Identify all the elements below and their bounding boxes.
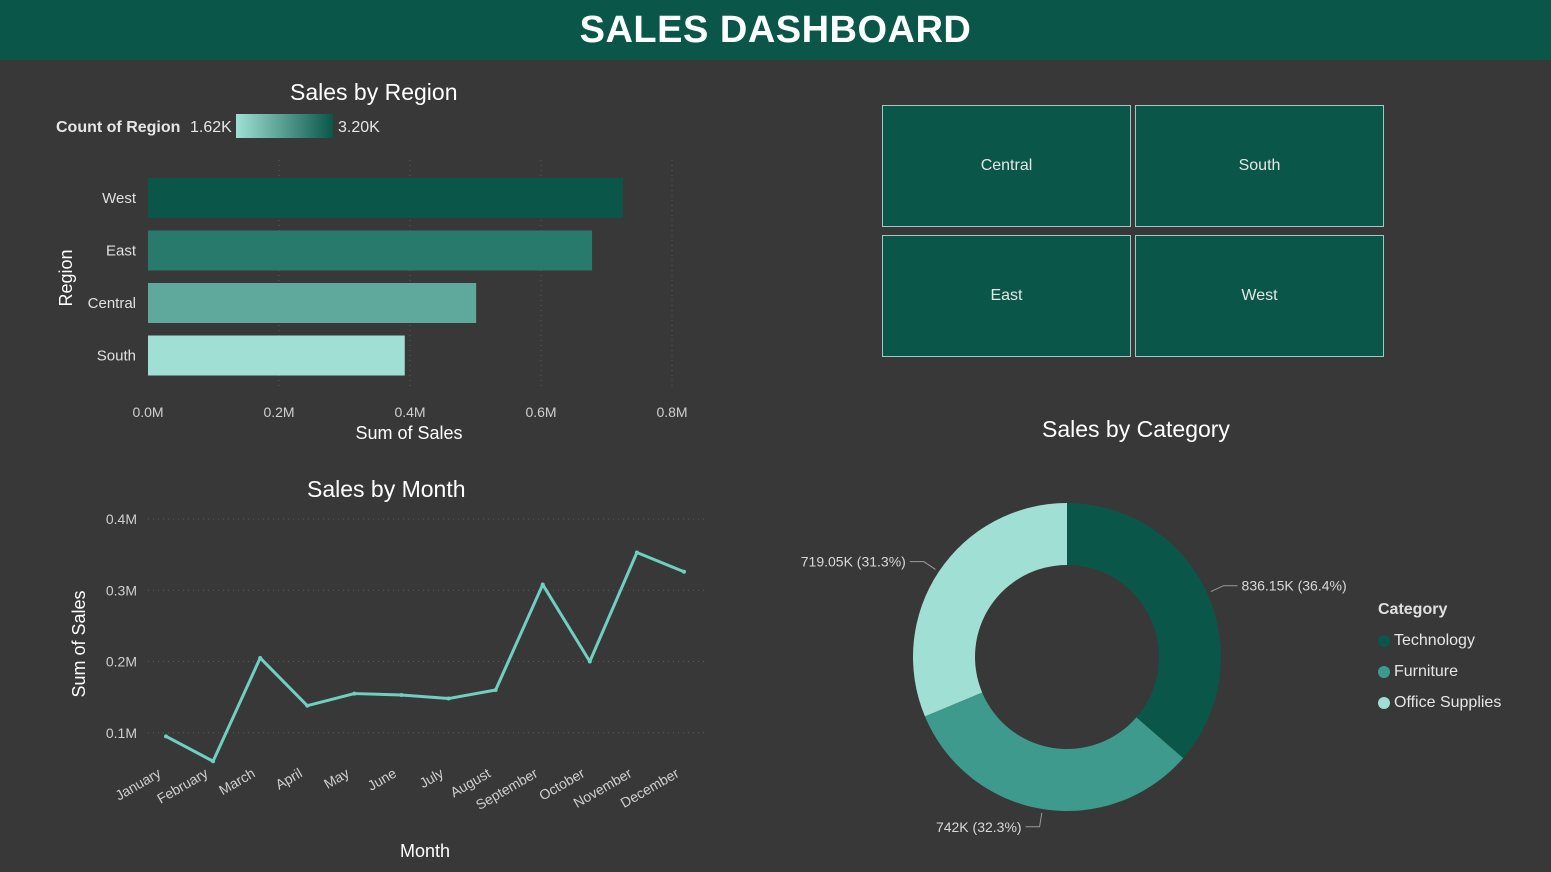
month-x-tick-label: March bbox=[216, 765, 258, 798]
month-point[interactable] bbox=[682, 569, 686, 574]
map-tile-east[interactable]: East bbox=[882, 235, 1131, 357]
month-x-tick-label: July bbox=[416, 765, 446, 791]
region-x-axis-label: Sum of Sales bbox=[355, 423, 462, 443]
month-x-axis-label: Month bbox=[400, 841, 450, 861]
map-tile-west[interactable]: West bbox=[1135, 235, 1384, 357]
month-point[interactable] bbox=[211, 759, 216, 764]
region-y-tick-label: Central bbox=[88, 295, 136, 312]
region-legend-gradient bbox=[236, 114, 333, 138]
dashboard-header: SALES DASHBOARD bbox=[0, 0, 1551, 60]
month-y-axis-label: Sum of Sales bbox=[69, 590, 89, 697]
donut-data-label: 742K (32.3%) bbox=[936, 819, 1022, 835]
region-x-tick-label: 0.4M bbox=[394, 404, 425, 420]
legend-dot-icon bbox=[1378, 696, 1390, 709]
region-bar-west[interactable] bbox=[148, 178, 623, 218]
dashboard-title: SALES DASHBOARD bbox=[579, 8, 972, 51]
donut-leader-line bbox=[1025, 812, 1043, 828]
region-bar-south[interactable] bbox=[148, 335, 405, 376]
month-sales-line[interactable] bbox=[165, 550, 685, 763]
region-bar-central[interactable] bbox=[148, 283, 477, 323]
month-point[interactable] bbox=[352, 691, 357, 696]
month-point[interactable] bbox=[258, 655, 263, 660]
month-point[interactable] bbox=[587, 659, 592, 664]
legend-dot-icon bbox=[1378, 665, 1390, 678]
donut-data-label: 836.15K (36.4%) bbox=[1242, 578, 1347, 594]
month-y-tick-label: 0.3M bbox=[106, 582, 137, 598]
legend-item-technology[interactable]: Technology bbox=[1378, 625, 1501, 656]
month-line-chart[interactable]: 0.1M0.2M0.3M0.4MJanuaryFebruary March Apri… bbox=[0, 500, 760, 872]
map-tile-south[interactable]: South bbox=[1135, 105, 1384, 227]
map-tile-central[interactable]: Central bbox=[882, 105, 1131, 227]
donut-slice-technology[interactable] bbox=[1067, 503, 1221, 759]
category-chart-title: Sales by Category bbox=[1042, 416, 1230, 442]
region-x-tick-label: 0.0M bbox=[132, 404, 163, 420]
region-legend-max: 3.20K bbox=[338, 119, 380, 136]
month-x-tick-label: April bbox=[273, 765, 305, 793]
month-point[interactable] bbox=[446, 696, 451, 701]
region-legend-min: 1.62K bbox=[190, 119, 232, 136]
month-x-tick-label: June bbox=[365, 765, 399, 794]
legend-label: Technology bbox=[1394, 631, 1475, 649]
legend-dot-icon bbox=[1378, 634, 1390, 647]
region-y-tick-label: East bbox=[106, 243, 137, 260]
donut-data-label: 719.05K (31.3%) bbox=[801, 554, 906, 570]
month-x-tick-label: February bbox=[154, 765, 211, 807]
donut-leader-line bbox=[1210, 585, 1238, 592]
legend-item-office-supplies[interactable]: Office Supplies bbox=[1378, 687, 1501, 718]
month-point[interactable] bbox=[540, 582, 545, 587]
legend-label: Furniture bbox=[1394, 662, 1459, 680]
region-legend-label: Count of Region bbox=[56, 119, 180, 136]
month-y-tick-label: 0.2M bbox=[106, 654, 137, 670]
region-y-axis-label: Region bbox=[56, 249, 76, 306]
region-x-tick-label: 0.8M bbox=[656, 404, 687, 420]
region-y-tick-label: West bbox=[102, 190, 137, 207]
month-point[interactable] bbox=[493, 688, 498, 692]
month-point[interactable] bbox=[634, 550, 639, 555]
region-bar-east[interactable] bbox=[148, 230, 593, 271]
month-point[interactable] bbox=[399, 692, 404, 697]
donut-slice-office-supplies[interactable] bbox=[913, 503, 1067, 717]
region-x-tick-label: 0.6M bbox=[525, 404, 556, 420]
legend-label: Office Supplies bbox=[1394, 693, 1502, 711]
month-point[interactable] bbox=[164, 734, 168, 739]
month-point[interactable] bbox=[305, 703, 310, 708]
category-donut-chart[interactable]: 836.15K (36.4%) 742K (32.3%) 719.05K (31.3… bbox=[760, 450, 1370, 872]
month-chart-title: Sales by Month bbox=[307, 476, 466, 502]
donut-leader-line bbox=[909, 561, 936, 570]
category-legend-title: Category bbox=[1378, 601, 1448, 618]
region-x-tick-label: 0.2M bbox=[263, 404, 294, 420]
month-y-tick-label: 0.1M bbox=[106, 725, 137, 741]
month-y-tick-label: 0.4M bbox=[106, 511, 137, 527]
month-x-tick-label: May bbox=[321, 765, 352, 792]
category-legend: Category Technology Furniture Office Sup… bbox=[1378, 601, 1501, 718]
region-bar-chart[interactable]: Count of Region 1.62K 3.20K 0.0M 0.2M 0.4M 0.6… bbox=[0, 60, 760, 460]
legend-item-furniture[interactable]: Furniture bbox=[1378, 656, 1501, 687]
region-y-tick-label: South bbox=[97, 348, 136, 365]
